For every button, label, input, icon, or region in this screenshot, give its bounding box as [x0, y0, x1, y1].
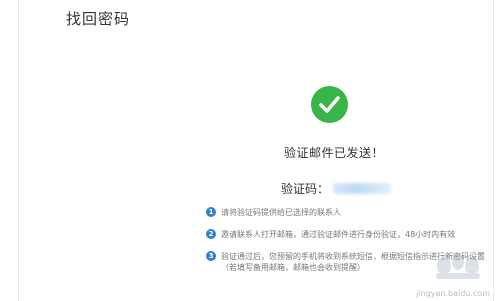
tip-number-badge: 2	[206, 229, 216, 239]
check-icon	[311, 86, 348, 123]
verification-code-label: 验证码：	[281, 182, 330, 196]
page-title: 找回密码	[66, 10, 131, 28]
tip-number-badge: 3	[206, 251, 216, 261]
baidu-jingyan-watermark-logo	[436, 254, 480, 279]
tip-number-badge: 1	[206, 207, 216, 217]
watermark-url: jingyan.baidu.com	[416, 289, 490, 298]
tip-item: 1 请将验证码提供给已选择的联系人	[206, 207, 496, 218]
retrieve-password-page: 找回密码 验证邮件已发送！ 验证码： 1 请将验证码提供给已选择的联系人 2 邀…	[0, 0, 500, 301]
verification-code-row: 验证码：	[281, 180, 392, 197]
verification-code-masked	[333, 183, 392, 194]
tip-text: 邀请联系人打开邮箱，通过验证邮件进行身份验证，48小时内有效	[221, 230, 456, 239]
email-sent-message: 验证邮件已发送！	[284, 146, 385, 160]
left-divider	[18, 0, 19, 301]
tip-text: 请将验证码提供给已选择的联系人	[221, 208, 341, 217]
tip-item: 2 邀请联系人打开邮箱，通过验证邮件进行身份验证，48小时内有效	[206, 229, 496, 240]
